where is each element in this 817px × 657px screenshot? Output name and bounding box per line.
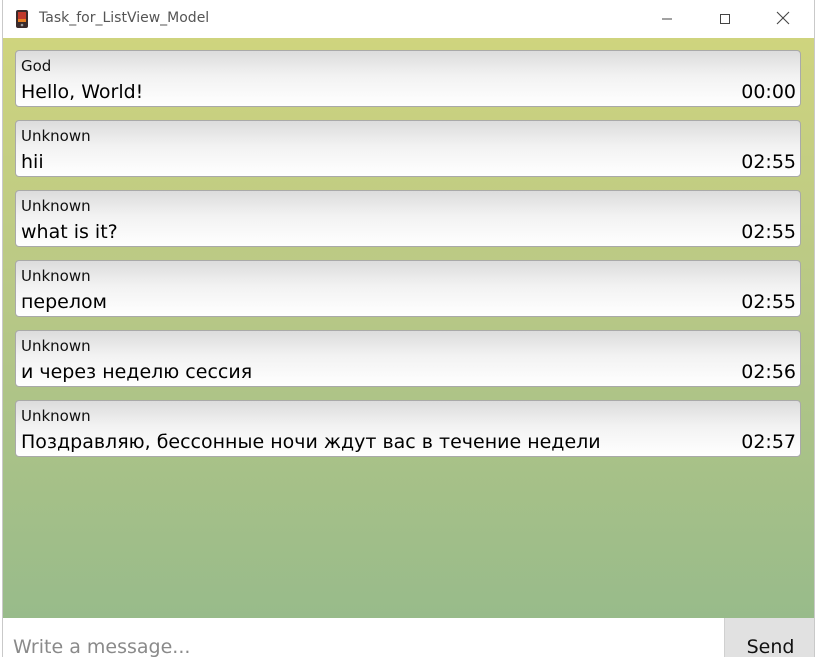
message-text: Поздравляю, бессонные ночи ждут вас в те… xyxy=(21,431,601,453)
close-button[interactable] xyxy=(754,0,812,38)
message-item[interactable]: Unknown и через неделю сессия 02:56 xyxy=(15,330,801,387)
composer-bar: Send xyxy=(3,618,814,657)
send-button[interactable]: Send xyxy=(724,618,814,657)
message-text: Hello, World! xyxy=(21,81,144,103)
message-item[interactable]: Unknown перелом 02:55 xyxy=(15,260,801,317)
message-author: Unknown xyxy=(21,337,91,355)
message-text: hii xyxy=(21,151,44,173)
message-item[interactable]: Unknown what is it? 02:55 xyxy=(15,190,801,247)
title-bar[interactable]: Task_for_ListView_Model xyxy=(3,0,814,38)
maximize-icon xyxy=(719,10,731,29)
message-item[interactable]: Unknown Поздравляю, бессонные ночи ждут … xyxy=(15,400,801,457)
message-text: перелом xyxy=(21,291,107,313)
message-list[interactable]: God Hello, World! 00:00 Unknown hii 02:5… xyxy=(3,38,814,618)
message-text: what is it? xyxy=(21,221,118,243)
message-author: Unknown xyxy=(21,267,91,285)
close-icon xyxy=(776,10,790,29)
message-input[interactable] xyxy=(3,618,723,657)
maximize-button[interactable] xyxy=(696,0,754,38)
message-time: 02:55 xyxy=(741,291,796,313)
message-author: Unknown xyxy=(21,197,91,215)
app-icon xyxy=(15,10,29,28)
message-item[interactable]: God Hello, World! 00:00 xyxy=(15,50,801,107)
message-time: 00:00 xyxy=(741,81,796,103)
window-title: Task_for_ListView_Model xyxy=(39,10,210,26)
message-time: 02:57 xyxy=(741,431,796,453)
message-time: 02:55 xyxy=(741,151,796,173)
minimize-icon xyxy=(661,10,673,29)
message-author: God xyxy=(21,57,52,75)
message-author: Unknown xyxy=(21,407,91,425)
message-time: 02:55 xyxy=(741,221,796,243)
message-item[interactable]: Unknown hii 02:55 xyxy=(15,120,801,177)
minimize-button[interactable] xyxy=(638,0,696,38)
message-author: Unknown xyxy=(21,127,91,145)
message-text: и через неделю сессия xyxy=(21,361,253,383)
app-window: Task_for_ListView_Model God Hello, World… xyxy=(2,0,815,657)
message-time: 02:56 xyxy=(741,361,796,383)
